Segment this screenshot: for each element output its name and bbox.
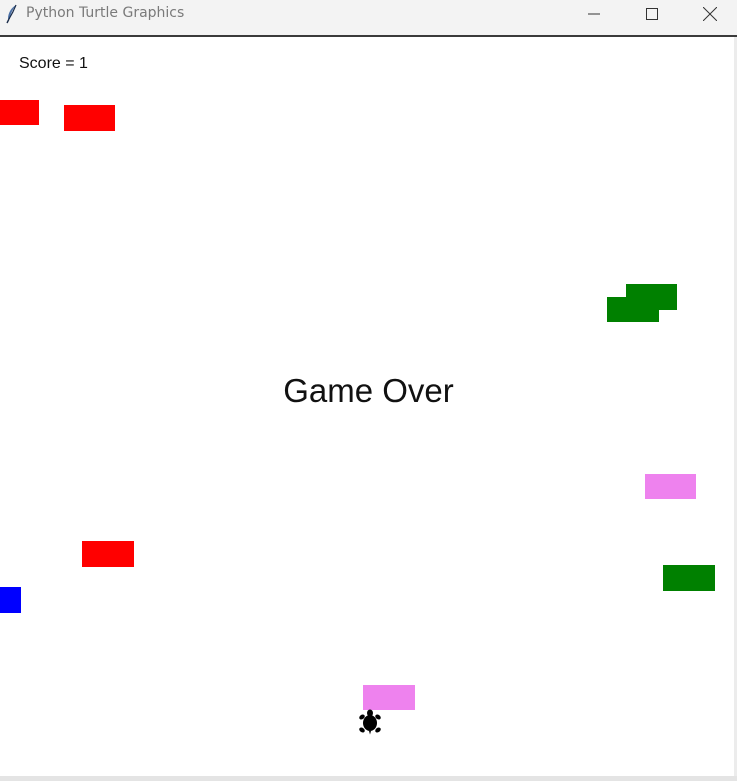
minimize-button[interactable]	[565, 0, 623, 27]
game-over-text: Game Over	[283, 372, 454, 409]
red-block	[0, 100, 39, 125]
feather-icon	[4, 4, 20, 24]
violet-block	[645, 474, 696, 499]
green-block	[607, 297, 659, 322]
red-block	[64, 105, 115, 131]
violet-block	[363, 685, 415, 710]
minimize-icon	[588, 13, 600, 14]
close-icon	[703, 6, 717, 21]
maximize-icon	[646, 7, 658, 20]
blue-block	[0, 587, 21, 613]
green-block	[663, 565, 715, 591]
close-button[interactable]	[681, 0, 737, 27]
maximize-button[interactable]	[623, 0, 681, 27]
score-label: Score = 1	[19, 55, 88, 72]
window-title: Python Turtle Graphics	[26, 5, 185, 21]
turtle-icon	[359, 709, 381, 735]
title-bar[interactable]: Python Turtle Graphics	[0, 0, 737, 37]
window-border	[0, 776, 737, 781]
turtle-canvas[interactable]: Score = 1 Game Over	[0, 39, 737, 781]
red-block	[82, 541, 134, 567]
